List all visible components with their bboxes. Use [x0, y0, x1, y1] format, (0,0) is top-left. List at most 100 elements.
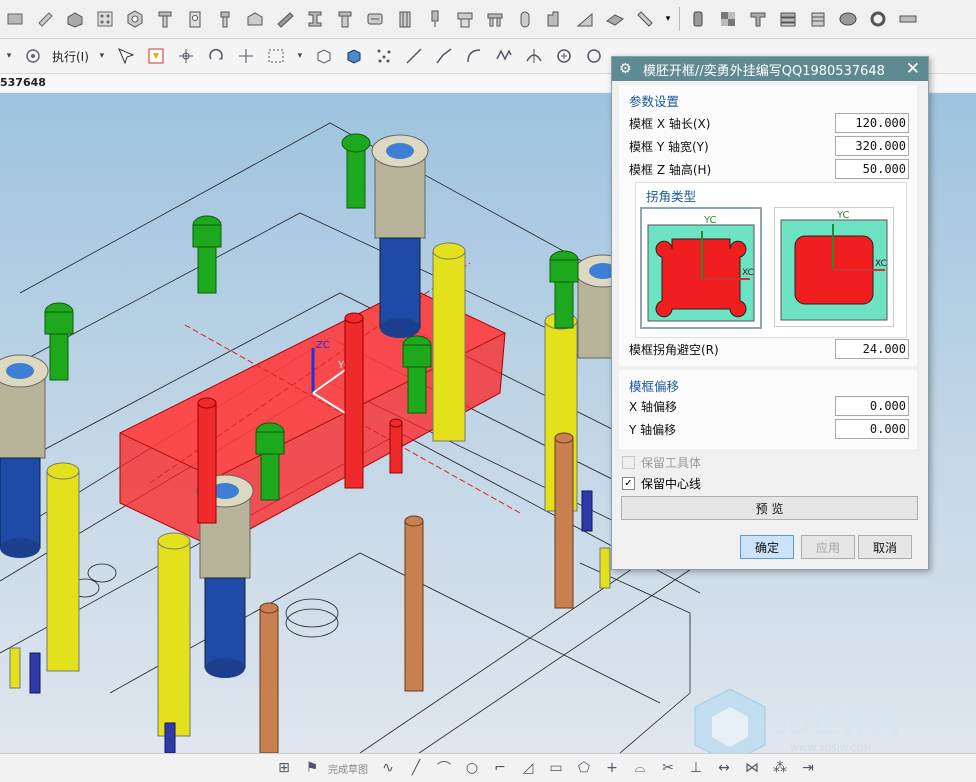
rotate-icon[interactable] — [206, 46, 226, 66]
finish-sketch-label[interactable]: 完成草图 — [328, 761, 368, 776]
corner-option-relief[interactable]: YC XC — [640, 207, 762, 329]
sketch-toolbar: ⊞ ⚑ 完成草图 ∿ ╱ ⌒ ○ ⌐ ◿ ▭ ⬠ + ⌓ ✂ ⊥ ↔ ⋈ ⁂ ⇥ — [0, 753, 976, 782]
corner-xc-label: XC — [742, 268, 754, 278]
apply-button[interactable]: 应用 — [801, 535, 855, 559]
execute-menu[interactable]: 执行(I) — [52, 48, 89, 65]
execute-dropdown-icon[interactable]: ▾ — [98, 46, 106, 66]
preview-button[interactable]: 预 览 — [621, 496, 918, 520]
circle-icon[interactable] — [584, 46, 604, 66]
x-length-input[interactable]: 120.000 — [835, 113, 909, 133]
support-pillar-icon[interactable] — [394, 8, 416, 30]
o-ring-icon[interactable] — [867, 8, 889, 30]
cancel-button[interactable]: 取消 — [858, 535, 912, 559]
z-height-input[interactable]: 50.000 — [835, 159, 909, 179]
mirror-tool-icon[interactable]: ⋈ — [743, 759, 761, 777]
lifter-icon[interactable] — [544, 8, 566, 30]
dialog-title-bar[interactable]: ⚙ 模胚开框//奕勇外挂编写QQ1980537648 ✕ — [612, 57, 928, 81]
corner-type-title: 拐角类型 — [646, 189, 697, 204]
dimension-tool-icon[interactable]: ↔ — [715, 759, 733, 777]
main-toolbar: ▾ — [0, 0, 976, 39]
constraint-tool-icon[interactable]: ⊥ — [687, 759, 705, 777]
keep-centerline-row[interactable]: ✓ 保留中心线 — [622, 474, 701, 492]
sprue-icon[interactable] — [514, 8, 536, 30]
keep-tool-body-row[interactable]: 保留工具体 — [622, 453, 701, 471]
t-slot-icon[interactable] — [747, 8, 769, 30]
bushing-icon[interactable] — [184, 8, 206, 30]
keep-centerline-checkbox[interactable]: ✓ — [622, 476, 635, 490]
trim-tool-icon[interactable]: ✂ — [659, 759, 677, 777]
pattern-tool-icon[interactable]: ⁂ — [771, 759, 789, 777]
field-y-offset: Y 轴偏移 0.000 — [629, 419, 909, 439]
circle-tool-icon[interactable]: ○ — [463, 759, 481, 777]
line-tool-icon[interactable]: ╱ — [407, 759, 425, 777]
pan-icon[interactable] — [236, 46, 256, 66]
more-dropdown-icon[interactable]: ▾ — [664, 8, 672, 30]
tangent-icon[interactable] — [524, 46, 544, 66]
puller-icon[interactable] — [484, 8, 506, 30]
insert-icon[interactable] — [244, 8, 266, 30]
field-label: 模框 Y 轴宽(Y) — [629, 139, 709, 154]
y-width-input[interactable]: 320.000 — [835, 136, 909, 156]
line-icon[interactable] — [404, 46, 424, 66]
finish-sketch-icon[interactable]: ⚑ — [303, 759, 321, 777]
ejector-pin-icon[interactable] — [154, 8, 176, 30]
nut-icon[interactable] — [124, 8, 146, 30]
wedge-icon[interactable] — [574, 8, 596, 30]
stop-pin-icon[interactable] — [424, 8, 446, 30]
assembly-icon[interactable] — [23, 46, 43, 66]
corner-option-round[interactable]: YC XC — [774, 207, 894, 327]
snap-point-icon[interactable] — [176, 46, 196, 66]
close-icon[interactable]: ✕ — [906, 59, 920, 79]
type-filter-icon[interactable] — [146, 46, 166, 66]
polygon-tool-icon[interactable]: ⬠ — [575, 759, 593, 777]
circle-center-icon[interactable] — [554, 46, 574, 66]
spline-icon[interactable] — [494, 46, 514, 66]
coil-icon[interactable] — [807, 8, 829, 30]
extend-tool-icon[interactable]: ⇥ — [799, 759, 817, 777]
ok-button[interactable]: 确定 — [740, 535, 794, 559]
guide-post-icon[interactable] — [334, 8, 356, 30]
mold-component-icon[interactable] — [4, 8, 26, 30]
sketch-icon[interactable]: ⊞ — [275, 759, 293, 777]
checker-icon[interactable] — [717, 8, 739, 30]
gear-icon: ⚙ — [619, 61, 632, 77]
disc-icon[interactable] — [837, 8, 859, 30]
keep-tool-body-checkbox[interactable] — [622, 455, 635, 469]
slider-icon[interactable] — [274, 8, 296, 30]
cooling-icon[interactable] — [364, 8, 386, 30]
pin-icon[interactable] — [214, 8, 236, 30]
field-y-width: 模框 Y 轴宽(Y) 320.000 — [629, 136, 909, 156]
plate-icon[interactable] — [604, 8, 626, 30]
watermark-brand: 3D世界网 — [772, 707, 900, 740]
collar-icon[interactable] — [897, 8, 919, 30]
wireframe-icon[interactable] — [314, 46, 334, 66]
box-select-icon[interactable] — [266, 46, 286, 66]
corner-yc-label: YC — [836, 210, 850, 221]
stack-icon[interactable] — [777, 8, 799, 30]
screw-icon[interactable] — [34, 8, 56, 30]
offset-tool-icon[interactable]: ⌓ — [631, 759, 649, 777]
y-offset-input[interactable]: 0.000 — [835, 419, 909, 439]
profile-icon[interactable]: ∿ — [379, 759, 397, 777]
box-dropdown-icon[interactable]: ▾ — [296, 46, 304, 66]
arc-icon[interactable] — [464, 46, 484, 66]
rectangle-tool-icon[interactable]: ▭ — [547, 759, 565, 777]
i-beam-icon[interactable] — [304, 8, 326, 30]
spring-icon[interactable] — [687, 8, 709, 30]
shaded-view-icon[interactable] — [344, 46, 364, 66]
fillet-tool-icon[interactable]: ⌐ — [491, 759, 509, 777]
arc-tool-icon[interactable]: ⌒ — [435, 759, 453, 777]
point-tool-icon[interactable]: + — [603, 759, 621, 777]
locating-ring-icon[interactable] — [454, 8, 476, 30]
plate-holes-icon[interactable] — [94, 8, 116, 30]
x-offset-input[interactable]: 0.000 — [835, 396, 909, 416]
filter-dropdown-icon[interactable]: ▾ — [5, 46, 13, 66]
scatter-points-icon[interactable] — [374, 46, 394, 66]
rod-icon[interactable] — [634, 8, 656, 30]
corner-relief-input[interactable]: 24.000 — [835, 339, 909, 359]
guide-bushing — [371, 134, 429, 338]
select-filter-icon[interactable] — [116, 46, 136, 66]
block-icon[interactable] — [64, 8, 86, 30]
polyline-icon[interactable] — [434, 46, 454, 66]
chamfer-tool-icon[interactable]: ◿ — [519, 759, 537, 777]
